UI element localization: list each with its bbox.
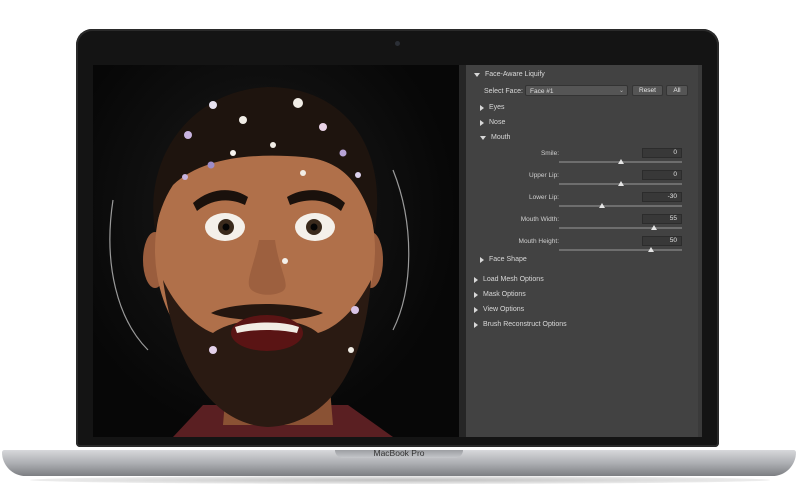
slider-label: Smile: (540, 150, 559, 157)
slider-label: Mouth Height: (518, 238, 559, 245)
select-face-value: Face #1 (530, 88, 554, 95)
panel-divider (459, 65, 466, 437)
slider-label: Upper Lip: (529, 172, 559, 179)
section-mask-options[interactable]: Mask Options (474, 291, 526, 298)
select-face-label: Select Face: (484, 88, 523, 95)
section-load-mesh-options[interactable]: Load Mesh Options (474, 276, 544, 283)
section-brush-reconstruct-options[interactable]: Brush Reconstruct Options (474, 321, 567, 328)
group-eyes[interactable]: Eyes (480, 104, 505, 111)
panel-scrollbar[interactable] (698, 65, 702, 437)
slider-thumb[interactable] (651, 225, 658, 230)
triangle-right-icon (480, 256, 484, 263)
slider-thumb[interactable] (617, 181, 624, 186)
section-face-aware-liquify[interactable]: Face-Aware Liquify (474, 71, 545, 78)
triangle-right-icon (474, 276, 478, 283)
slider-label: Mouth Width: (520, 216, 559, 223)
slider-track[interactable] (559, 227, 682, 229)
triangle-right-icon (474, 321, 478, 328)
slider-thumb[interactable] (599, 203, 606, 208)
slider-thumb[interactable] (648, 247, 655, 252)
triangle-right-icon (480, 119, 484, 126)
chevron-down-icon: ⌄ (618, 88, 624, 94)
slider-track[interactable] (559, 205, 682, 207)
section-label: Load Mesh Options (483, 276, 544, 283)
section-label: View Options (483, 306, 525, 313)
select-face-label-text: Select Face: (484, 88, 523, 95)
group-face-shape[interactable]: Face Shape (480, 256, 527, 263)
section-label: Brush Reconstruct Options (483, 321, 567, 328)
base-shadow (30, 476, 770, 484)
section-label: Mask Options (483, 291, 526, 298)
laptop-base: MacBook Pro (2, 448, 796, 476)
reset-button[interactable]: Reset (632, 85, 663, 96)
group-nose-label: Nose (489, 119, 506, 126)
slider-value-field[interactable]: 0 (642, 170, 682, 180)
triangle-right-icon (474, 306, 478, 313)
triangle-right-icon (480, 104, 484, 111)
group-eyes-label: Eyes (489, 104, 505, 111)
slider-thumb[interactable] (617, 159, 624, 164)
group-mouth-label: Mouth (491, 134, 511, 141)
group-mouth[interactable]: Mouth (480, 134, 510, 141)
group-face-shape-label: Face Shape (489, 256, 527, 263)
screen: Face-Aware Liquify Select Face: Face #1 … (93, 65, 702, 437)
webcam-icon (395, 41, 400, 46)
section-view-options[interactable]: View Options (474, 306, 524, 313)
select-face-dropdown[interactable]: Face #1 ⌄ (525, 85, 628, 96)
section-title: Face-Aware Liquify (485, 71, 545, 78)
slider-track[interactable] (559, 249, 682, 251)
laptop-lid: Face-Aware Liquify Select Face: Face #1 … (76, 29, 719, 447)
all-button[interactable]: All (666, 85, 688, 96)
image-canvas[interactable] (93, 65, 459, 437)
brand-label: MacBook Pro (373, 448, 425, 458)
slider-value-field[interactable]: -30 (642, 192, 682, 202)
triangle-down-icon (480, 135, 486, 140)
triangle-down-icon (474, 72, 480, 77)
slider-value-field[interactable]: 0 (642, 148, 682, 158)
face-aware-liquify-panel: Face-Aware Liquify Select Face: Face #1 … (466, 65, 702, 437)
group-nose[interactable]: Nose (480, 119, 505, 126)
triangle-right-icon (474, 291, 478, 298)
slider-value-field[interactable]: 50 (642, 236, 682, 246)
slider-value-field[interactable]: 55 (642, 214, 682, 224)
portrait-photo (109, 87, 410, 437)
slider-label: Lower Lip: (529, 194, 559, 201)
